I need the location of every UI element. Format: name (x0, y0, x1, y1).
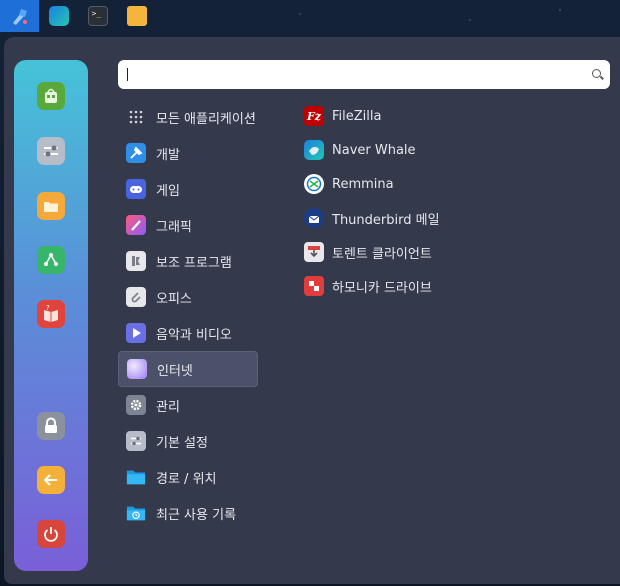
sidebar-app-store-button[interactable] (37, 82, 65, 110)
category-label: 개발 (156, 147, 180, 163)
whale-icon (48, 6, 69, 26)
taskbar-launcher-button[interactable] (0, 0, 39, 32)
settings-icon (44, 145, 58, 157)
play-icon (126, 323, 146, 343)
terminal-icon: >_ (87, 6, 108, 26)
grid-icon (126, 107, 146, 127)
internet-icon (127, 359, 147, 379)
folder-icon (126, 467, 146, 487)
category-label: 보조 프로그램 (156, 255, 232, 271)
category-internet[interactable]: 인터넷 (118, 351, 258, 387)
category-office[interactable]: 오피스 (118, 279, 258, 315)
folder-icon (126, 6, 147, 26)
app-label: 토렌트 클라이언트 (332, 246, 432, 262)
app-label: FileZilla (332, 108, 382, 124)
app-filezilla[interactable]: Fz FileZilla (300, 99, 600, 133)
accessories-icon (126, 251, 146, 271)
power-icon (44, 527, 58, 542)
search-input[interactable] (126, 64, 586, 85)
app-hamonikr-drive[interactable]: 하모니카 드라이브 (300, 269, 600, 303)
category-development[interactable]: 개발 (118, 135, 258, 171)
app-remmina[interactable]: Remmina (300, 167, 600, 201)
category-label: 오피스 (156, 291, 192, 307)
category-multimedia[interactable]: 음악과 비디오 (118, 315, 258, 351)
folder-icon (44, 202, 58, 212)
taskbar-whale-button[interactable] (39, 0, 78, 32)
menu-sidebar: ? (14, 60, 88, 571)
category-games[interactable]: 게임 (118, 171, 258, 207)
brush-icon (126, 215, 146, 235)
app-label: Thunderbird 메일 (332, 212, 440, 228)
app-naver-whale[interactable]: Naver Whale (300, 133, 600, 167)
recent-folder-icon (126, 503, 146, 523)
sidebar-help-button[interactable]: ? (37, 300, 65, 328)
preferences-icon (126, 431, 146, 451)
search-icon[interactable] (592, 69, 601, 78)
category-label: 모든 애플리케이션 (156, 111, 256, 127)
sidebar-power-button[interactable] (37, 520, 65, 548)
category-list: 모든 애플리케이션 개발 게임 그래픽 보조 프로그램 오피스 음악과 비디오 … (118, 99, 258, 531)
sidebar-files-button[interactable] (37, 192, 65, 220)
paperclip-icon (126, 287, 146, 307)
taskbar-terminal-button[interactable]: >_ (78, 0, 117, 32)
category-administration[interactable]: 관리 (118, 387, 258, 423)
taskbar: >_ (0, 0, 620, 32)
sidebar-settings-button[interactable] (37, 137, 65, 165)
torrent-icon (304, 242, 324, 262)
whale-icon (304, 140, 324, 160)
category-label: 게임 (156, 183, 180, 199)
category-label: 관리 (156, 399, 180, 415)
category-recent[interactable]: 최근 사용 기록 (118, 495, 258, 531)
app-label: 하모니카 드라이브 (332, 280, 432, 296)
category-label: 경로 / 위치 (156, 471, 217, 487)
remmina-icon (304, 174, 324, 194)
thunderbird-icon (304, 208, 324, 228)
category-places[interactable]: 경로 / 위치 (118, 459, 258, 495)
category-label: 최근 사용 기록 (156, 507, 237, 523)
gear-icon (126, 395, 146, 415)
category-all-apps[interactable]: 모든 애플리케이션 (118, 99, 258, 135)
sidebar-network-button[interactable] (37, 246, 65, 274)
sidebar-logout-button[interactable] (37, 466, 65, 494)
svg-text:?: ? (46, 305, 50, 312)
category-preferences[interactable]: 기본 설정 (118, 423, 258, 459)
development-icon (126, 143, 146, 163)
gamepad-icon (126, 179, 146, 199)
launcher-icon (12, 9, 27, 25)
app-store-icon (45, 88, 57, 103)
text-caret (127, 68, 128, 81)
filezilla-icon: Fz (304, 106, 324, 126)
lock-icon (45, 417, 57, 433)
category-label: 인터넷 (157, 363, 193, 379)
application-menu: ? 모든 애플리케이션 개발 게임 그래픽 보조 프로그램 오피스 음악과 비디… (4, 37, 620, 584)
help-book-icon: ? (44, 305, 58, 322)
search-box[interactable] (118, 60, 610, 89)
logout-icon (43, 474, 57, 486)
app-torrent-client[interactable]: 토렌트 클라이언트 (300, 235, 600, 269)
category-graphics[interactable]: 그래픽 (118, 207, 258, 243)
network-icon (44, 253, 58, 266)
drive-icon (304, 276, 324, 296)
category-label: 음악과 비디오 (156, 327, 232, 343)
taskbar-files-button[interactable] (117, 0, 156, 32)
category-label: 그래픽 (156, 219, 192, 235)
app-label: Naver Whale (332, 142, 416, 158)
category-accessories[interactable]: 보조 프로그램 (118, 243, 258, 279)
category-label: 기본 설정 (156, 435, 208, 451)
app-label: Remmina (332, 176, 394, 192)
sidebar-lock-button[interactable] (37, 412, 65, 440)
app-list: Fz FileZilla Naver Whale Remmina Thunder… (300, 99, 600, 303)
app-thunderbird[interactable]: Thunderbird 메일 (300, 201, 600, 235)
